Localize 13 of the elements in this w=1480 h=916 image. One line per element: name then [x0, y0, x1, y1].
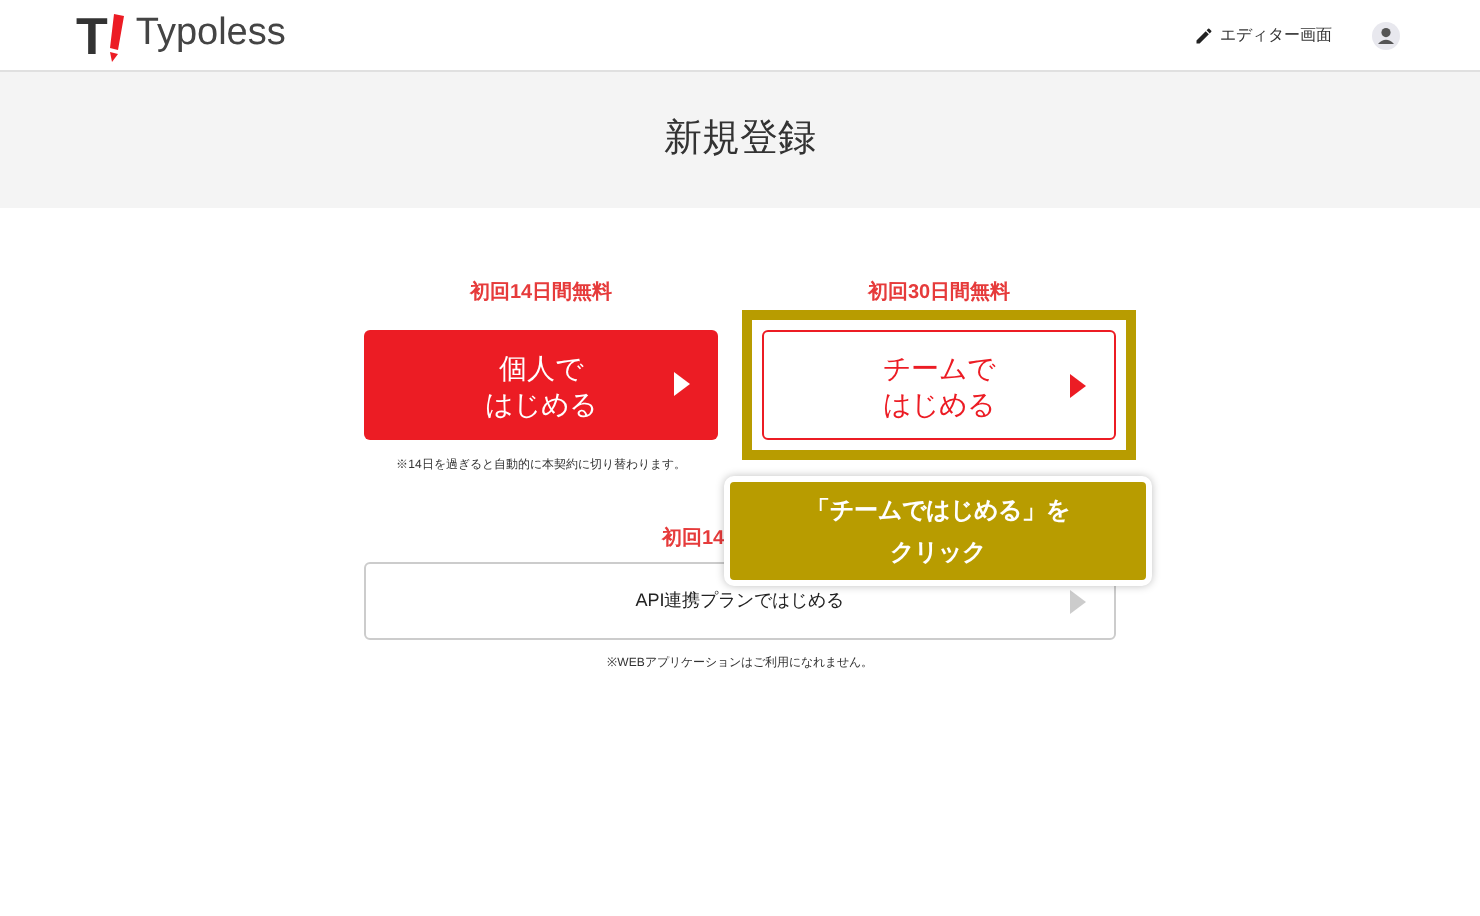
start-button[interactable]: チームで はじめる	[762, 330, 1116, 440]
play-icon	[1070, 374, 1086, 398]
page-title: 新規登録	[664, 115, 816, 164]
start-button[interactable]: 個人で はじめる	[364, 330, 718, 440]
logo-text: Typoless	[135, 10, 286, 59]
play-icon	[1070, 590, 1086, 614]
free-trial-label: 初回14日間無料	[469, 278, 613, 308]
user-avatar-icon[interactable]	[1372, 21, 1400, 49]
free-trial-label: 初回14	[662, 528, 725, 550]
editor-link[interactable]: エディター画面	[1194, 23, 1332, 47]
free-trial-label: 初回30日間無料	[867, 278, 1011, 308]
logo-mark: T	[76, 9, 108, 61]
play-icon	[674, 372, 690, 396]
